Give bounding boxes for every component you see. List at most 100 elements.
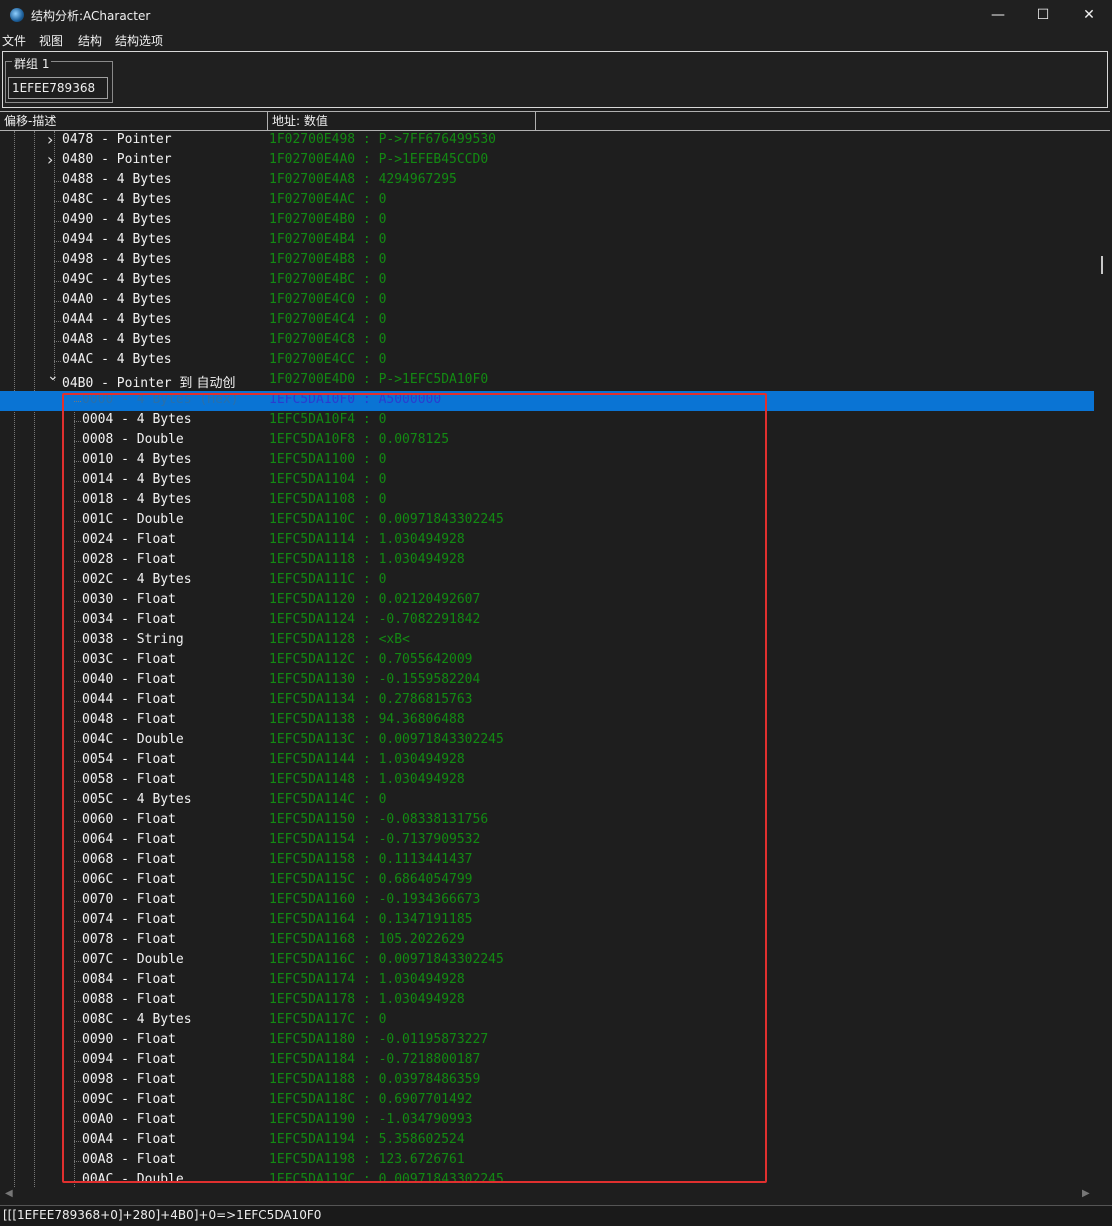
tree-row[interactable]: 0488 - 4 Bytes 1F02700E4A8 : 4294967295 bbox=[0, 171, 1094, 191]
row-value[interactable]: P->1EFEB45CCD0 bbox=[379, 152, 489, 167]
tree-row[interactable]: 005C - 4 Bytes 1EFC5DA114C : 0 bbox=[0, 791, 1094, 811]
row-value[interactable]: 0.00971843302245 bbox=[379, 512, 504, 527]
row-value[interactable]: 1.030494928 bbox=[379, 552, 465, 567]
row-value[interactable]: 0.03978486359 bbox=[379, 1072, 481, 1087]
row-value[interactable]: 123.6726761 bbox=[379, 1152, 465, 1167]
tree-row[interactable]: 0004 - 4 Bytes 1EFC5DA10F4 : 0 bbox=[0, 411, 1094, 431]
tree-row[interactable]: 0014 - 4 Bytes 1EFC5DA1104 : 0 bbox=[0, 471, 1094, 491]
tree-row[interactable]: 0078 - Float 1EFC5DA1168 : 105.2022629 bbox=[0, 931, 1094, 951]
row-value[interactable]: 0 bbox=[379, 792, 387, 807]
row-value[interactable]: 5.358602524 bbox=[379, 1132, 465, 1147]
tree-row[interactable]: 00A0 - Float 1EFC5DA1190 : -1.034790993 bbox=[0, 1111, 1094, 1131]
tree-row[interactable]: 0044 - Float 1EFC5DA1134 : 0.2786815763 bbox=[0, 691, 1094, 711]
tree-row[interactable]: 0010 - 4 Bytes 1EFC5DA1100 : 0 bbox=[0, 451, 1094, 471]
tree-row[interactable]: 0088 - Float 1EFC5DA1178 : 1.030494928 bbox=[0, 991, 1094, 1011]
row-value[interactable]: 0 bbox=[379, 452, 387, 467]
tree-row[interactable]: 0090 - Float 1EFC5DA1180 : -0.01195873227 bbox=[0, 1031, 1094, 1051]
tree-row[interactable]: 0060 - Float 1EFC5DA1150 : -0.08338131756 bbox=[0, 811, 1094, 831]
row-value[interactable]: 1.030494928 bbox=[379, 772, 465, 787]
tree-row[interactable]: › 0478 - Pointer 1F02700E498 : P->7FF67649… bbox=[0, 131, 1094, 151]
scroll-right-icon[interactable]: ▶ bbox=[1082, 1188, 1090, 1199]
row-value[interactable]: 0 bbox=[379, 352, 387, 367]
row-value[interactable]: 0 bbox=[379, 1012, 387, 1027]
row-value[interactable]: 0 bbox=[379, 472, 387, 487]
row-value[interactable]: 1.030494928 bbox=[379, 972, 465, 987]
row-value[interactable]: 0 bbox=[379, 252, 387, 267]
tree-row[interactable]: 049C - 4 Bytes 1F02700E4BC : 0 bbox=[0, 271, 1094, 291]
row-value[interactable]: 0.7055642009 bbox=[379, 652, 473, 667]
row-value[interactable]: -0.7137909532 bbox=[379, 832, 481, 847]
tree-row[interactable]: 04A0 - 4 Bytes 1F02700E4C0 : 0 bbox=[0, 291, 1094, 311]
tree-row[interactable]: 0038 - String 1EFC5DA1128 : <xB< bbox=[0, 631, 1094, 651]
tree-row[interactable]: 0498 - 4 Bytes 1F02700E4B8 : 0 bbox=[0, 251, 1094, 271]
row-value[interactable]: 0 bbox=[379, 272, 387, 287]
row-value[interactable]: 0.00971843302245 bbox=[379, 732, 504, 747]
menu-structure-options[interactable]: 结构选项 bbox=[115, 32, 163, 49]
tree-row[interactable]: 004C - Double 1EFC5DA113C : 0.00971843302… bbox=[0, 731, 1094, 751]
tree-row[interactable]: 0064 - Float 1EFC5DA1154 : -0.7137909532 bbox=[0, 831, 1094, 851]
tree-row[interactable]: 00A8 - Float 1EFC5DA1198 : 123.6726761 bbox=[0, 1151, 1094, 1171]
row-value[interactable]: 0 bbox=[379, 212, 387, 227]
tree-row[interactable]: 007C - Double 1EFC5DA116C : 0.00971843302… bbox=[0, 951, 1094, 971]
tree-row[interactable]: 0494 - 4 Bytes 1F02700E4B4 : 0 bbox=[0, 231, 1094, 251]
row-value[interactable]: <xB< bbox=[379, 632, 410, 647]
row-value[interactable]: 0.1113441437 bbox=[379, 852, 473, 867]
tree-row[interactable]: 008C - 4 Bytes 1EFC5DA117C : 0 bbox=[0, 1011, 1094, 1031]
tree-row[interactable]: 04AC - 4 Bytes 1F02700E4CC : 0 bbox=[0, 351, 1094, 371]
row-value[interactable]: 0 bbox=[379, 292, 387, 307]
tree-row[interactable]: 0054 - Float 1EFC5DA1144 : 1.030494928 bbox=[0, 751, 1094, 771]
tree-row[interactable]: 0028 - Float 1EFC5DA1118 : 1.030494928 bbox=[0, 551, 1094, 571]
tree-row[interactable]: 009C - Float 1EFC5DA118C : 0.6907701492 bbox=[0, 1091, 1094, 1111]
chevron-down-icon[interactable]: ⌄ bbox=[47, 368, 59, 384]
row-value[interactable]: P->7FF676499530 bbox=[379, 132, 496, 147]
menu-structure[interactable]: 结构 bbox=[78, 32, 102, 49]
row-value[interactable]: 105.2022629 bbox=[379, 932, 465, 947]
row-value[interactable]: P->1EFC5DA10F0 bbox=[379, 372, 489, 387]
tree-row[interactable]: 04A8 - 4 Bytes 1F02700E4C8 : 0 bbox=[0, 331, 1094, 351]
tree-row[interactable]: 0084 - Float 1EFC5DA1174 : 1.030494928 bbox=[0, 971, 1094, 991]
tree-row[interactable]: 0040 - Float 1EFC5DA1130 : -0.1559582204 bbox=[0, 671, 1094, 691]
chevron-right-icon[interactable]: › bbox=[47, 150, 53, 169]
group-address-input[interactable]: 1EFEE789368 bbox=[8, 77, 108, 99]
tree-row[interactable]: 0000 - 4 Bytes (Hex) 1EFC5DA10F0 : A50000… bbox=[0, 391, 1094, 411]
menu-file[interactable]: 文件 bbox=[2, 32, 26, 49]
maximize-button[interactable]: ☐ bbox=[1020, 0, 1066, 30]
tree-row[interactable]: 04A4 - 4 Bytes 1F02700E4C4 : 0 bbox=[0, 311, 1094, 331]
column-address-value[interactable]: 地址: 数值 bbox=[268, 112, 536, 130]
close-button[interactable]: ✕ bbox=[1066, 0, 1112, 30]
tree-row[interactable]: 0058 - Float 1EFC5DA1148 : 1.030494928 bbox=[0, 771, 1094, 791]
menu-view[interactable]: 视图 bbox=[39, 32, 63, 49]
scroll-left-icon[interactable]: ◀ bbox=[5, 1188, 13, 1199]
tree-row[interactable]: 001C - Double 1EFC5DA110C : 0.00971843302… bbox=[0, 511, 1094, 531]
row-value[interactable]: -1.034790993 bbox=[379, 1112, 473, 1127]
tree-row[interactable]: › 0480 - Pointer 1F02700E4A0 : P->1EFEB45C… bbox=[0, 150, 1094, 171]
row-value[interactable]: A5000000 bbox=[379, 392, 442, 407]
row-value[interactable]: -0.01195873227 bbox=[379, 1032, 489, 1047]
row-value[interactable]: -0.7082291842 bbox=[379, 612, 481, 627]
row-value[interactable]: 0.02120492607 bbox=[379, 592, 481, 607]
tree-row[interactable]: 0098 - Float 1EFC5DA1188 : 0.03978486359 bbox=[0, 1071, 1094, 1091]
row-value[interactable]: 1.030494928 bbox=[379, 752, 465, 767]
chevron-right-icon[interactable]: › bbox=[47, 131, 53, 149]
tree-row[interactable]: 0490 - 4 Bytes 1F02700E4B0 : 0 bbox=[0, 211, 1094, 231]
tree-row[interactable]: 002C - 4 Bytes 1EFC5DA111C : 0 bbox=[0, 571, 1094, 591]
row-value[interactable]: 1.030494928 bbox=[379, 992, 465, 1007]
column-offset-description[interactable]: 偏移-描述 bbox=[0, 112, 268, 130]
tree-row[interactable]: 00AC - Double 1EFC5DA119C : 0.00971843302… bbox=[0, 1171, 1094, 1187]
row-value[interactable]: 0.2786815763 bbox=[379, 692, 473, 707]
row-value[interactable]: 0 bbox=[379, 232, 387, 247]
row-value[interactable]: 0.6907701492 bbox=[379, 1092, 473, 1107]
tree-row[interactable]: 0068 - Float 1EFC5DA1158 : 0.1113441437 bbox=[0, 851, 1094, 871]
row-value[interactable]: 0 bbox=[379, 412, 387, 427]
row-value[interactable]: 0.00971843302245 bbox=[379, 1172, 504, 1187]
row-value[interactable]: 0 bbox=[379, 192, 387, 207]
horizontal-scrollbar[interactable] bbox=[0, 1187, 1094, 1203]
row-value[interactable]: 0.00971843302245 bbox=[379, 952, 504, 967]
row-value[interactable]: 0 bbox=[379, 312, 387, 327]
row-value[interactable]: -0.08338131756 bbox=[379, 812, 489, 827]
minimize-button[interactable]: — bbox=[975, 0, 1021, 30]
tree-row[interactable]: ⌄ 04B0 - Pointer 到 自动创 1F02700E4D0 : P->1E… bbox=[0, 368, 1094, 391]
row-value[interactable]: 0.0078125 bbox=[379, 432, 449, 447]
row-value[interactable]: -0.1934366673 bbox=[379, 892, 481, 907]
tree-row[interactable]: 048C - 4 Bytes 1F02700E4AC : 0 bbox=[0, 191, 1094, 211]
